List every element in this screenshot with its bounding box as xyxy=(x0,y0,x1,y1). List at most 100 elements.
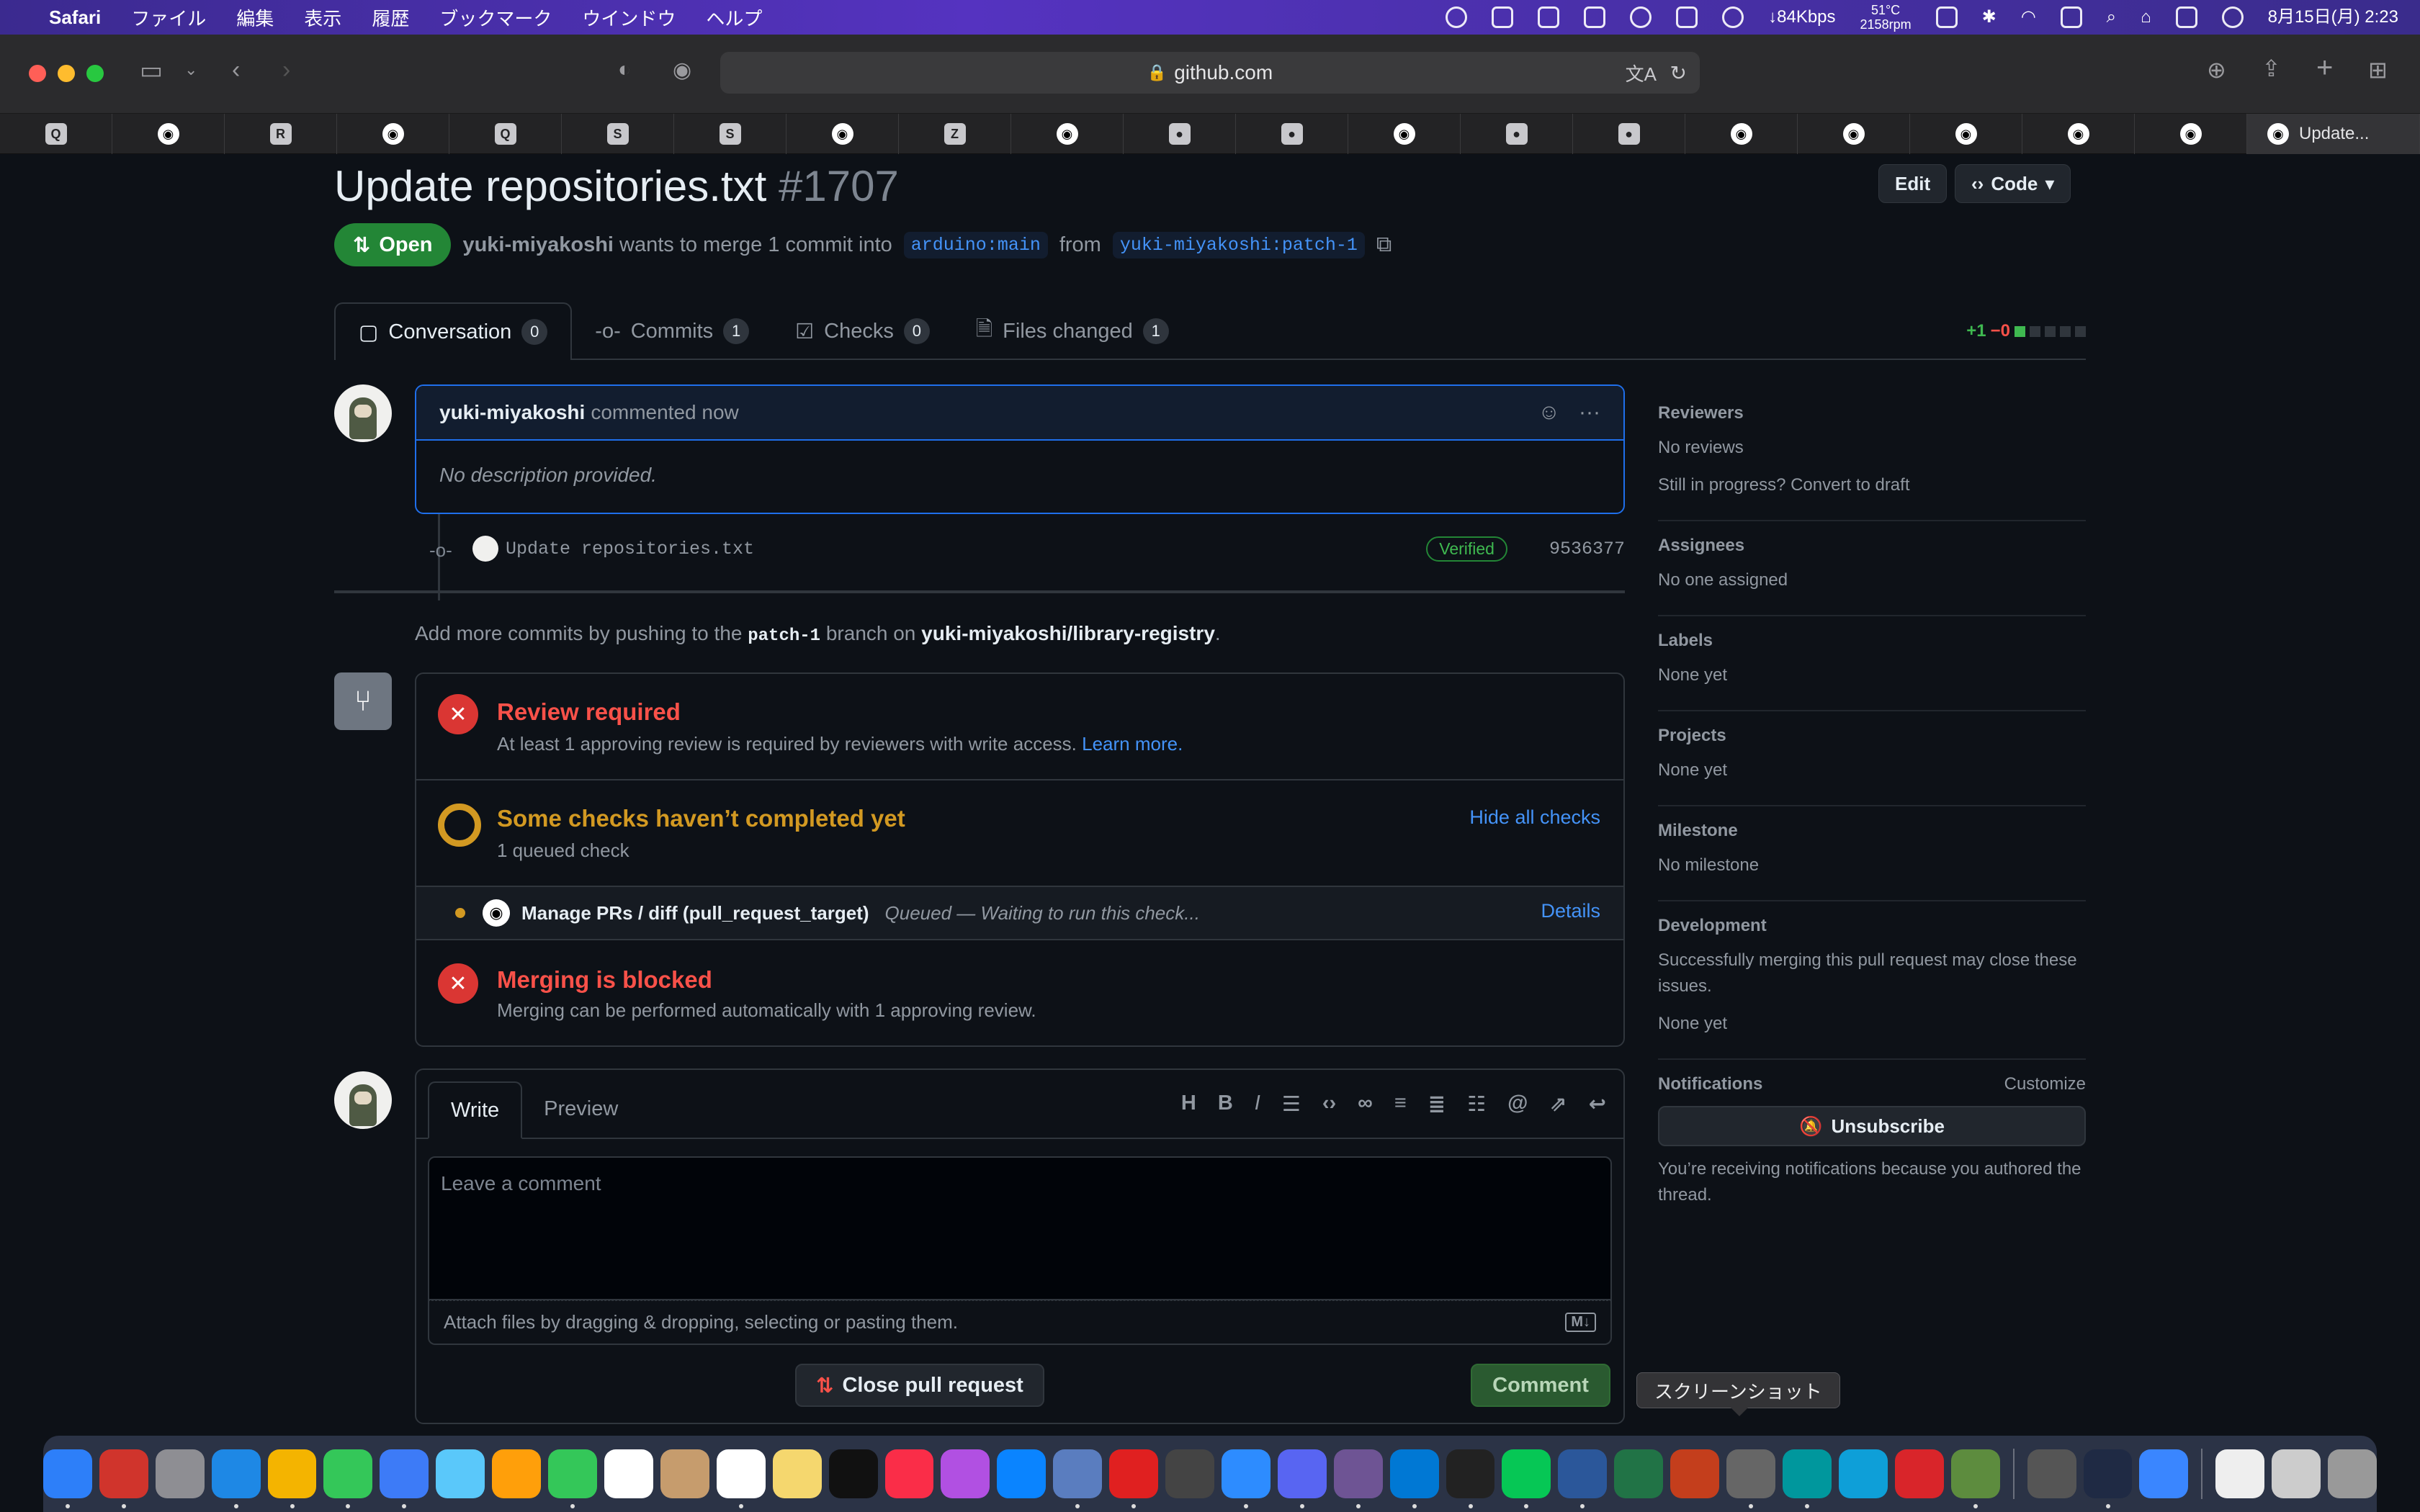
address-bar[interactable]: 🔒 github.com 文A ↻ xyxy=(720,52,1700,94)
dock-app-icon[interactable] xyxy=(2139,1449,2189,1498)
dock-app-icon[interactable] xyxy=(1277,1449,1327,1508)
downloads-icon[interactable]: ⊕ xyxy=(2207,56,2226,84)
convert-to-draft-link[interactable]: Still in progress? Convert to draft xyxy=(1658,472,2086,498)
copy-icon[interactable]: ⧉ xyxy=(1376,233,1392,257)
browser-tab[interactable]: ● xyxy=(1236,114,1348,154)
reply-icon[interactable]: ↩ xyxy=(1589,1092,1606,1117)
labels-heading[interactable]: Labels xyxy=(1658,631,2086,651)
dock-app-icon[interactable] xyxy=(1894,1449,1944,1498)
dock-app-icon[interactable] xyxy=(2328,1449,2378,1498)
commit-message[interactable]: Update repositories.txt xyxy=(506,539,754,559)
browser-tab[interactable]: Z xyxy=(899,114,1011,154)
tab-commits[interactable]: -o- Commits 1 xyxy=(572,302,772,360)
repo-link[interactable]: yuki-miyakoshi/library-registry xyxy=(921,622,1215,644)
dock-app-icon[interactable] xyxy=(941,1449,990,1498)
dock-app-icon[interactable] xyxy=(1221,1449,1270,1508)
browser-tab[interactable]: ● xyxy=(1573,114,1685,154)
browser-tab[interactable]: S xyxy=(674,114,786,154)
close-pr-button[interactable]: ⇅ Close pull request xyxy=(795,1364,1044,1407)
browser-tab[interactable]: S xyxy=(562,114,674,154)
dock-app-icon[interactable] xyxy=(1783,1449,1832,1508)
line-icon[interactable] xyxy=(1630,6,1652,28)
projects-heading[interactable]: Projects xyxy=(1658,726,2086,746)
edit-button[interactable]: Edit xyxy=(1878,164,1948,203)
learn-more-link[interactable]: Learn more. xyxy=(1082,733,1183,755)
development-heading[interactable]: Development xyxy=(1658,916,2086,936)
customize-link[interactable]: Customize xyxy=(2004,1074,2086,1094)
commit-sha[interactable]: 9536377 xyxy=(1549,539,1625,559)
smiley-icon[interactable]: ☺ xyxy=(1538,400,1560,425)
milestone-heading[interactable]: Milestone xyxy=(1658,821,2086,841)
tab-checks[interactable]: ☑ Checks 0 xyxy=(772,302,953,360)
browser-tab[interactable]: ● xyxy=(1461,114,1573,154)
unsubscribe-button[interactable]: 🔕 Unsubscribe xyxy=(1658,1106,2086,1146)
avatar[interactable] xyxy=(334,384,392,442)
heading-icon[interactable]: H xyxy=(1181,1092,1196,1117)
dock-app-icon[interactable] xyxy=(1446,1449,1495,1508)
browser-tab[interactable]: Q xyxy=(449,114,562,154)
dock-app-icon[interactable] xyxy=(323,1449,373,1508)
bulleted-list-icon[interactable]: ≡ xyxy=(1394,1092,1407,1117)
chevron-down-icon[interactable]: ⌄ xyxy=(184,60,197,79)
home-icon[interactable]: ⌂ xyxy=(2141,9,2151,26)
dock-app-icon[interactable] xyxy=(997,1449,1047,1498)
clock[interactable]: 8月15日(月) 2:23 xyxy=(2268,9,2398,26)
network-speed[interactable]: ↓84Kbps xyxy=(1768,9,1835,26)
browser-tab[interactable]: ◉ xyxy=(1348,114,1461,154)
temperature-readout[interactable]: 51°C 2158rpm xyxy=(1860,3,1912,32)
tab-files-changed[interactable]: 🗎 Files changed 1 xyxy=(953,302,1192,360)
dock-app-icon[interactable] xyxy=(660,1449,709,1498)
dock-app-icon[interactable] xyxy=(436,1449,485,1498)
italic-icon[interactable]: I xyxy=(1255,1092,1260,1117)
browser-tab[interactable]: ◉ xyxy=(112,114,225,154)
search-icon[interactable]: ⌕ xyxy=(2107,9,2116,26)
dock-app-icon[interactable] xyxy=(1165,1449,1214,1498)
password-icon[interactable]: ◉ xyxy=(673,58,691,83)
pr-author-link[interactable]: yuki-miyakoshi xyxy=(462,233,614,256)
code-icon[interactable]: ‹› xyxy=(1322,1092,1336,1117)
dock-app-icon[interactable] xyxy=(716,1449,766,1508)
browser-tab[interactable]: ◉ xyxy=(2022,114,2135,154)
browser-tab[interactable]: ◉ xyxy=(786,114,899,154)
dock-app-icon[interactable] xyxy=(1053,1449,1103,1508)
browser-tab[interactable]: ◉ xyxy=(1798,114,1910,154)
browser-tab[interactable]: ◉ xyxy=(337,114,449,154)
mention-icon[interactable]: @ xyxy=(1507,1092,1528,1117)
tools-icon[interactable] xyxy=(1584,6,1606,28)
dock-app-icon[interactable] xyxy=(492,1449,542,1498)
tab-active[interactable]: ◉ Update... xyxy=(2247,114,2420,154)
comment-textarea[interactable]: Leave a comment xyxy=(428,1156,1612,1300)
diffstat[interactable]: +1 −0 xyxy=(1966,321,2086,341)
quote-icon[interactable]: ☰ xyxy=(1282,1092,1301,1117)
dock-app-icon[interactable] xyxy=(1109,1449,1159,1508)
dock-app-icon[interactable] xyxy=(99,1449,148,1508)
wifi-icon[interactable]: ◠ xyxy=(2021,9,2036,26)
reference-icon[interactable]: ⇗ xyxy=(1549,1092,1567,1117)
dock-app-icon[interactable] xyxy=(380,1449,429,1508)
shield-icon[interactable]: ◐ xyxy=(618,58,631,82)
dock-app-icon[interactable] xyxy=(1726,1449,1776,1508)
browser-tab[interactable]: ◉ xyxy=(1011,114,1124,154)
status-icon[interactable] xyxy=(1492,6,1514,28)
task-list-icon[interactable]: ☷ xyxy=(1467,1092,1486,1117)
tab-write[interactable]: Write xyxy=(428,1081,523,1139)
back-icon[interactable]: ‹ xyxy=(232,56,240,84)
menu-help[interactable]: ヘルプ xyxy=(706,4,762,31)
dock-app-icon[interactable] xyxy=(211,1449,261,1508)
reviewers-heading[interactable]: Reviewers xyxy=(1658,403,2086,423)
translate-icon[interactable]: 文A xyxy=(1626,60,1657,86)
assignees-heading[interactable]: Assignees xyxy=(1658,536,2086,556)
sidebar-toggle-icon[interactable]: ▭ xyxy=(140,56,163,85)
minimize-window-button[interactable] xyxy=(58,65,75,82)
browser-tab[interactable]: Q xyxy=(0,114,112,154)
dock-app-icon[interactable] xyxy=(1502,1449,1551,1508)
forward-icon[interactable]: › xyxy=(282,56,290,84)
tab-overview-icon[interactable]: ⊞ xyxy=(2368,56,2388,84)
bold-icon[interactable]: B xyxy=(1218,1092,1233,1117)
link-icon[interactable]: ∞ xyxy=(1358,1092,1373,1117)
browser-tab[interactable]: ◉ xyxy=(1910,114,2022,154)
browser-tab[interactable]: ◉ xyxy=(2135,114,2247,154)
siri-icon[interactable] xyxy=(2221,6,2244,28)
dock-app-icon[interactable] xyxy=(1333,1449,1383,1508)
dock-app-icon[interactable] xyxy=(155,1449,205,1498)
